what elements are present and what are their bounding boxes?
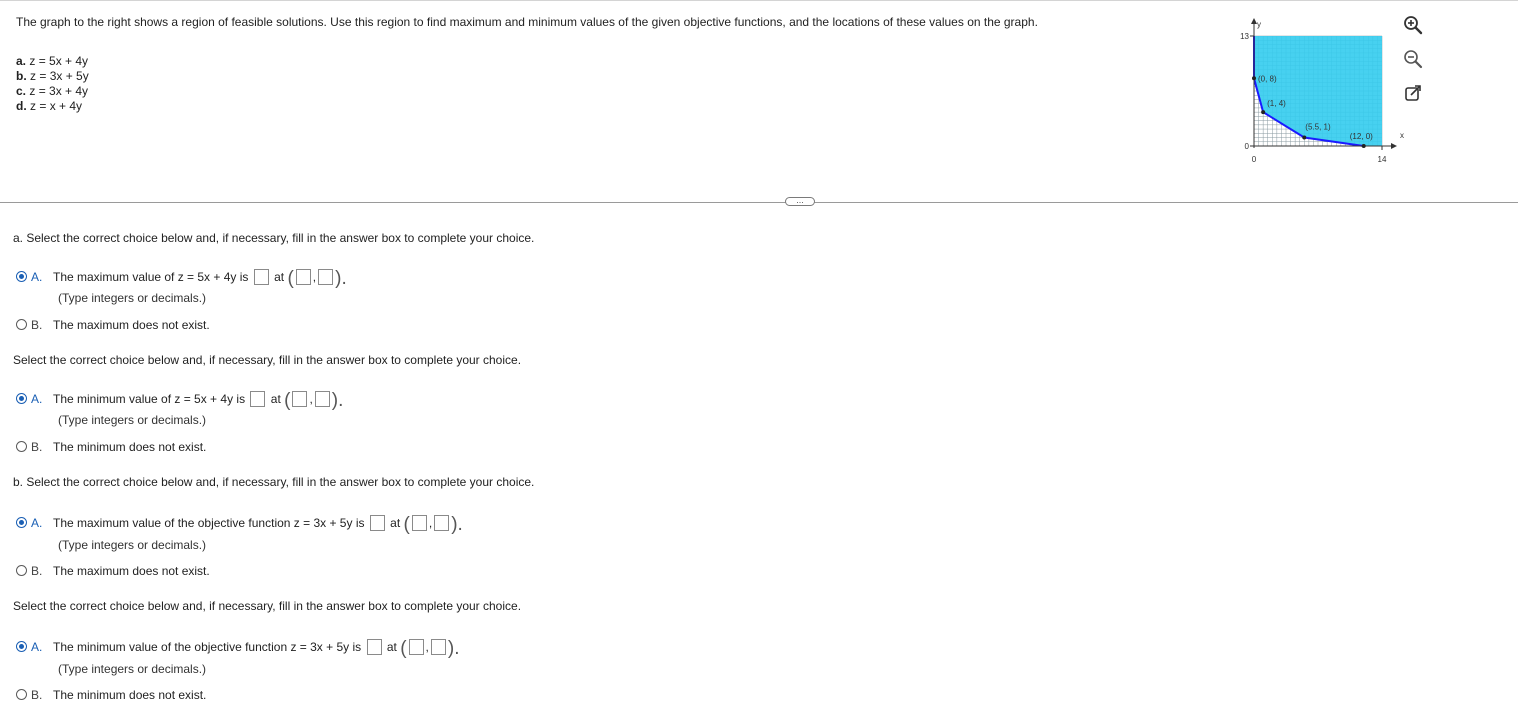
- section-b-max-choice-a[interactable]: A. The maximum value of the objective fun…: [16, 515, 463, 534]
- choice-text: The maximum value of z = 5x + 4y is: [53, 270, 249, 284]
- question-intro: The graph to the right shows a region of…: [16, 15, 1038, 29]
- at-label: at: [274, 270, 285, 284]
- close-paren: ).: [447, 638, 460, 659]
- objective-list: a. z = 5x + 4y b. z = 3x + 5y c. z = 3x …: [16, 54, 89, 114]
- comma: ,: [312, 270, 317, 284]
- choice-letter: A.: [31, 640, 43, 654]
- vertex-label: (1, 4): [1267, 99, 1286, 108]
- section-a-max-prompt: a. Select the correct choice below and, …: [13, 231, 535, 245]
- choice-letter: A.: [31, 270, 43, 284]
- vertex-label: (12, 0): [1350, 132, 1373, 141]
- vertex-point: [1302, 135, 1307, 140]
- vertex-point: [1361, 144, 1366, 148]
- choice-letter: B.: [31, 564, 43, 578]
- at-label: at: [270, 392, 281, 406]
- radio-button[interactable]: [16, 271, 27, 282]
- radio-button[interactable]: [16, 517, 27, 528]
- section-a-min-choice-a[interactable]: A. The minimum value of z = 5x + 4y is at…: [16, 391, 343, 410]
- choice-letter: A.: [31, 516, 43, 530]
- section-b-min-prompt: Select the correct choice below and, if …: [13, 599, 522, 613]
- choice-letter: B.: [31, 440, 43, 454]
- max-value-input[interactable]: [253, 269, 269, 285]
- objective-item: d. z = x + 4y: [16, 99, 83, 113]
- divider-handle[interactable]: ...: [785, 196, 815, 206]
- input-hint: (Type integers or decimals.): [58, 413, 207, 427]
- y-coordinate-input[interactable]: [318, 269, 334, 285]
- max-value-input[interactable]: [369, 515, 385, 531]
- zoom-out-icon[interactable]: [1402, 48, 1424, 70]
- objective-item: a. z = 5x + 4y: [16, 54, 89, 68]
- section-b-max-prompt: b. Select the correct choice below and, …: [13, 475, 535, 489]
- radio-button[interactable]: [16, 393, 27, 404]
- input-hint: (Type integers or decimals.): [58, 291, 207, 305]
- choice-text: The minimum does not exist.: [53, 688, 207, 702]
- choice-text: The maximum value of the objective funct…: [53, 516, 365, 530]
- x-coordinate-input[interactable]: [295, 269, 311, 285]
- choice-letter: B.: [31, 688, 43, 702]
- graph-toolbar: [1402, 14, 1426, 116]
- y-coordinate-input[interactable]: [314, 391, 330, 407]
- vertex-label: (0, 8): [1258, 74, 1277, 83]
- comma: ,: [428, 516, 433, 530]
- at-label: at: [386, 640, 397, 654]
- section-a-max-choice-a[interactable]: A. The maximum value of z = 5x + 4y is at…: [16, 269, 347, 288]
- vertex-label: (5.5, 1): [1305, 123, 1331, 132]
- open-paren: (: [287, 268, 294, 289]
- section-a-max-choice-b[interactable]: B. The maximum does not exist.: [16, 318, 210, 332]
- x-coordinate-input[interactable]: [411, 515, 427, 531]
- section-b-min-choice-a[interactable]: A. The minimum value of the objective fun…: [16, 639, 459, 658]
- section-b-max-choice-b[interactable]: B. The maximum does not exist.: [16, 564, 210, 578]
- radio-button[interactable]: [16, 689, 27, 700]
- choice-letter: B.: [31, 318, 43, 332]
- pane-divider: [0, 202, 1518, 203]
- choice-text: The maximum does not exist.: [53, 318, 210, 332]
- close-paren: ).: [335, 268, 347, 289]
- top-border: [0, 0, 1518, 1]
- radio-button[interactable]: [16, 641, 27, 652]
- x-coordinate-input[interactable]: [292, 391, 308, 407]
- close-paren: ).: [331, 390, 344, 411]
- popout-icon[interactable]: [1402, 82, 1424, 104]
- x-axis-arrow: [1391, 143, 1397, 149]
- x-zero-tick: 0: [1252, 155, 1257, 164]
- objective-item: c. z = 3x + 4y: [16, 84, 89, 98]
- section-a-min-choice-b[interactable]: B. The minimum does not exist.: [16, 440, 206, 454]
- input-hint: (Type integers or decimals.): [58, 662, 207, 676]
- at-label: at: [390, 516, 401, 530]
- y-coordinate-input[interactable]: [430, 639, 446, 655]
- open-paren: (: [400, 638, 407, 659]
- vertex-point: [1261, 110, 1266, 115]
- radio-button[interactable]: [16, 565, 27, 576]
- feasible-region-graph: y x 13 0 0 14 (0, 8) (1, 4) (5.5, 1) (12, 0…: [1240, 18, 1404, 164]
- x-axis-label: x: [1400, 131, 1404, 140]
- radio-button[interactable]: [16, 441, 27, 452]
- min-value-input[interactable]: [366, 639, 382, 655]
- radio-button[interactable]: [16, 319, 27, 330]
- y-zero-tick: 0: [1245, 142, 1250, 151]
- choice-letter: A.: [31, 392, 43, 406]
- input-hint: (Type integers or decimals.): [58, 538, 207, 552]
- x-max-tick: 14: [1378, 155, 1387, 164]
- choice-text: The maximum does not exist.: [53, 564, 210, 578]
- section-b-min-choice-b[interactable]: B. The minimum does not exist.: [16, 688, 206, 702]
- choice-text: The minimum does not exist.: [53, 440, 207, 454]
- comma: ,: [425, 640, 429, 654]
- y-axis-label: y: [1257, 20, 1261, 29]
- x-coordinate-input[interactable]: [408, 639, 424, 655]
- min-value-input[interactable]: [250, 391, 266, 407]
- y-coordinate-input[interactable]: [434, 515, 450, 531]
- zoom-in-icon[interactable]: [1402, 14, 1424, 36]
- vertex-point: [1252, 76, 1256, 81]
- section-a-min-prompt: Select the correct choice below and, if …: [13, 353, 522, 367]
- close-paren: ).: [451, 514, 463, 535]
- objective-item: b. z = 3x + 5y: [16, 69, 89, 83]
- comma: ,: [309, 392, 313, 406]
- open-paren: (: [403, 514, 410, 535]
- y-max-tick: 13: [1240, 32, 1249, 41]
- choice-text: The minimum value of the objective funct…: [53, 640, 362, 654]
- choice-text: The minimum value of z = 5x + 4y is: [53, 392, 246, 406]
- open-paren: (: [284, 390, 291, 411]
